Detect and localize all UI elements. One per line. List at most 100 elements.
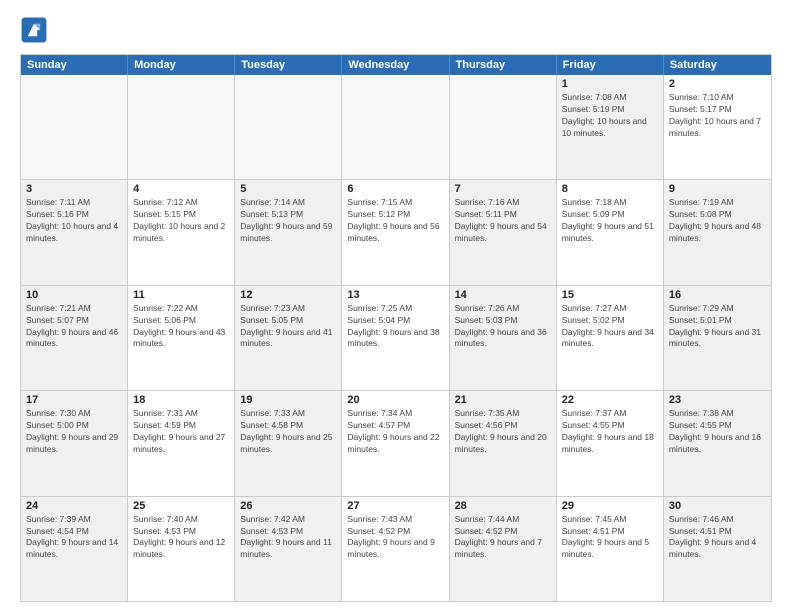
- day-info: Sunrise: 7:12 AM Sunset: 5:15 PM Dayligh…: [133, 197, 229, 245]
- day-number: 21: [455, 394, 551, 406]
- cal-cell-7: 7 Sunrise: 7:16 AM Sunset: 5:11 PM Daylig…: [450, 180, 557, 284]
- header-cell-monday: Monday: [128, 55, 235, 75]
- day-info: Sunrise: 7:14 AM Sunset: 5:13 PM Dayligh…: [240, 197, 336, 245]
- header-cell-tuesday: Tuesday: [235, 55, 342, 75]
- cal-cell-13: 13 Sunrise: 7:25 AM Sunset: 5:04 PM Dayli…: [342, 286, 449, 390]
- cal-cell-8: 8Sunrise: 7:18 AM Sunset: 5:09 PM Daylig…: [557, 180, 664, 284]
- day-number: 6: [347, 183, 443, 195]
- day-number: 27: [347, 500, 443, 512]
- header-cell-sunday: Sunday: [21, 55, 128, 75]
- calendar: SundayMondayTuesdayWednesdayThursdayFrid…: [20, 54, 772, 602]
- day-info: Sunrise: 7:35 AM Sunset: 4:56 PM Dayligh…: [455, 408, 551, 456]
- day-number: 20: [347, 394, 443, 406]
- day-number: 16: [669, 289, 766, 301]
- day-number: 1: [562, 78, 658, 90]
- cal-cell-19: 19 Sunrise: 7:33 AM Sunset: 4:58 PM Dayli…: [235, 391, 342, 495]
- cal-cell-empty: [21, 75, 128, 179]
- cal-cell-16: 16 Sunrise: 7:29 AM Sunset: 5:01 PM Dayli…: [664, 286, 771, 390]
- day-number: 26: [240, 500, 336, 512]
- day-info: Sunrise: 7:29 AM Sunset: 5:01 PM Dayligh…: [669, 303, 766, 351]
- cal-cell-26: 26 Sunrise: 7:42 AM Sunset: 4:53 PM Dayli…: [235, 497, 342, 601]
- week-row-3: 17Sunrise: 7:30 AM Sunset: 5:00 PM Dayli…: [21, 390, 771, 495]
- day-number: 29: [562, 500, 658, 512]
- cal-cell-29: 29 Sunrise: 7:45 AM Sunset: 4:51 PM Dayli…: [557, 497, 664, 601]
- day-number: 15: [562, 289, 658, 301]
- header-cell-thursday: Thursday: [450, 55, 557, 75]
- calendar-header: SundayMondayTuesdayWednesdayThursdayFrid…: [21, 55, 771, 75]
- day-number: 17: [26, 394, 122, 406]
- day-info: Sunrise: 7:43 AM Sunset: 4:52 PM Dayligh…: [347, 514, 443, 562]
- day-number: 28: [455, 500, 551, 512]
- cal-cell-14: 14 Sunrise: 7:26 AM Sunset: 5:03 PM Dayli…: [450, 286, 557, 390]
- day-number: 7: [455, 183, 551, 195]
- calendar-body: 1 Sunrise: 7:08 AM Sunset: 5:19 PM Daylig…: [21, 75, 771, 601]
- day-info: Sunrise: 7:27 AM Sunset: 5:02 PM Dayligh…: [562, 303, 658, 351]
- week-row-2: 10Sunrise: 7:21 AM Sunset: 5:07 PM Dayli…: [21, 285, 771, 390]
- cal-cell-21: 21 Sunrise: 7:35 AM Sunset: 4:56 PM Dayli…: [450, 391, 557, 495]
- cal-cell-6: 6Sunrise: 7:15 AM Sunset: 5:12 PM Daylig…: [342, 180, 449, 284]
- day-number: 24: [26, 500, 122, 512]
- day-number: 14: [455, 289, 551, 301]
- day-info: Sunrise: 7:33 AM Sunset: 4:58 PM Dayligh…: [240, 408, 336, 456]
- day-number: 19: [240, 394, 336, 406]
- header-cell-wednesday: Wednesday: [342, 55, 449, 75]
- day-number: 18: [133, 394, 229, 406]
- day-number: 11: [133, 289, 229, 301]
- day-number: 10: [26, 289, 122, 301]
- cal-cell-23: 23 Sunrise: 7:38 AM Sunset: 4:55 PM Dayli…: [664, 391, 771, 495]
- cal-cell-10: 10Sunrise: 7:21 AM Sunset: 5:07 PM Dayli…: [21, 286, 128, 390]
- day-info: Sunrise: 7:18 AM Sunset: 5:09 PM Dayligh…: [562, 197, 658, 245]
- day-info: Sunrise: 7:42 AM Sunset: 4:53 PM Dayligh…: [240, 514, 336, 562]
- cal-cell-18: 18 Sunrise: 7:31 AM Sunset: 4:59 PM Dayli…: [128, 391, 235, 495]
- page: SundayMondayTuesdayWednesdayThursdayFrid…: [0, 0, 792, 612]
- cal-cell-25: 25Sunrise: 7:40 AM Sunset: 4:53 PM Dayli…: [128, 497, 235, 601]
- week-row-4: 24 Sunrise: 7:39 AM Sunset: 4:54 PM Dayli…: [21, 496, 771, 601]
- day-info: Sunrise: 7:39 AM Sunset: 4:54 PM Dayligh…: [26, 514, 122, 562]
- day-number: 5: [240, 183, 336, 195]
- day-number: 3: [26, 183, 122, 195]
- day-info: Sunrise: 7:23 AM Sunset: 5:05 PM Dayligh…: [240, 303, 336, 351]
- cal-cell-empty: [450, 75, 557, 179]
- day-number: 23: [669, 394, 766, 406]
- cal-cell-27: 27 Sunrise: 7:43 AM Sunset: 4:52 PM Dayli…: [342, 497, 449, 601]
- day-info: Sunrise: 7:38 AM Sunset: 4:55 PM Dayligh…: [669, 408, 766, 456]
- cal-cell-1: 1 Sunrise: 7:08 AM Sunset: 5:19 PM Daylig…: [557, 75, 664, 179]
- day-number: 12: [240, 289, 336, 301]
- day-number: 9: [669, 183, 766, 195]
- day-info: Sunrise: 7:25 AM Sunset: 5:04 PM Dayligh…: [347, 303, 443, 351]
- day-info: Sunrise: 7:26 AM Sunset: 5:03 PM Dayligh…: [455, 303, 551, 351]
- header-cell-friday: Friday: [557, 55, 664, 75]
- day-number: 22: [562, 394, 658, 406]
- day-info: Sunrise: 7:34 AM Sunset: 4:57 PM Dayligh…: [347, 408, 443, 456]
- day-info: Sunrise: 7:37 AM Sunset: 4:55 PM Dayligh…: [562, 408, 658, 456]
- logo: [20, 16, 52, 44]
- cal-cell-12: 12 Sunrise: 7:23 AM Sunset: 5:05 PM Dayli…: [235, 286, 342, 390]
- header-cell-saturday: Saturday: [664, 55, 771, 75]
- week-row-0: 1 Sunrise: 7:08 AM Sunset: 5:19 PM Daylig…: [21, 75, 771, 179]
- cal-cell-5: 5 Sunrise: 7:14 AM Sunset: 5:13 PM Daylig…: [235, 180, 342, 284]
- day-number: 2: [669, 78, 766, 90]
- cal-cell-24: 24 Sunrise: 7:39 AM Sunset: 4:54 PM Dayli…: [21, 497, 128, 601]
- day-number: 13: [347, 289, 443, 301]
- cal-cell-empty: [128, 75, 235, 179]
- cal-cell-15: 15 Sunrise: 7:27 AM Sunset: 5:02 PM Dayli…: [557, 286, 664, 390]
- cal-cell-20: 20 Sunrise: 7:34 AM Sunset: 4:57 PM Dayli…: [342, 391, 449, 495]
- day-info: Sunrise: 7:19 AM Sunset: 5:08 PM Dayligh…: [669, 197, 766, 245]
- day-number: 25: [133, 500, 229, 512]
- cal-cell-22: 22 Sunrise: 7:37 AM Sunset: 4:55 PM Dayli…: [557, 391, 664, 495]
- cal-cell-28: 28Sunrise: 7:44 AM Sunset: 4:52 PM Dayli…: [450, 497, 557, 601]
- day-number: 4: [133, 183, 229, 195]
- logo-icon: [20, 16, 48, 44]
- cal-cell-2: 2Sunrise: 7:10 AM Sunset: 5:17 PM Daylig…: [664, 75, 771, 179]
- cal-cell-11: 11 Sunrise: 7:22 AM Sunset: 5:06 PM Dayli…: [128, 286, 235, 390]
- cal-cell-17: 17Sunrise: 7:30 AM Sunset: 5:00 PM Dayli…: [21, 391, 128, 495]
- cal-cell-30: 30Sunrise: 7:46 AM Sunset: 4:51 PM Dayli…: [664, 497, 771, 601]
- day-info: Sunrise: 7:45 AM Sunset: 4:51 PM Dayligh…: [562, 514, 658, 562]
- day-info: Sunrise: 7:16 AM Sunset: 5:11 PM Dayligh…: [455, 197, 551, 245]
- day-info: Sunrise: 7:31 AM Sunset: 4:59 PM Dayligh…: [133, 408, 229, 456]
- day-info: Sunrise: 7:08 AM Sunset: 5:19 PM Dayligh…: [562, 92, 658, 140]
- cal-cell-9: 9 Sunrise: 7:19 AM Sunset: 5:08 PM Daylig…: [664, 180, 771, 284]
- cal-cell-empty: [342, 75, 449, 179]
- day-info: Sunrise: 7:22 AM Sunset: 5:06 PM Dayligh…: [133, 303, 229, 351]
- week-row-1: 3Sunrise: 7:11 AM Sunset: 5:16 PM Daylig…: [21, 179, 771, 284]
